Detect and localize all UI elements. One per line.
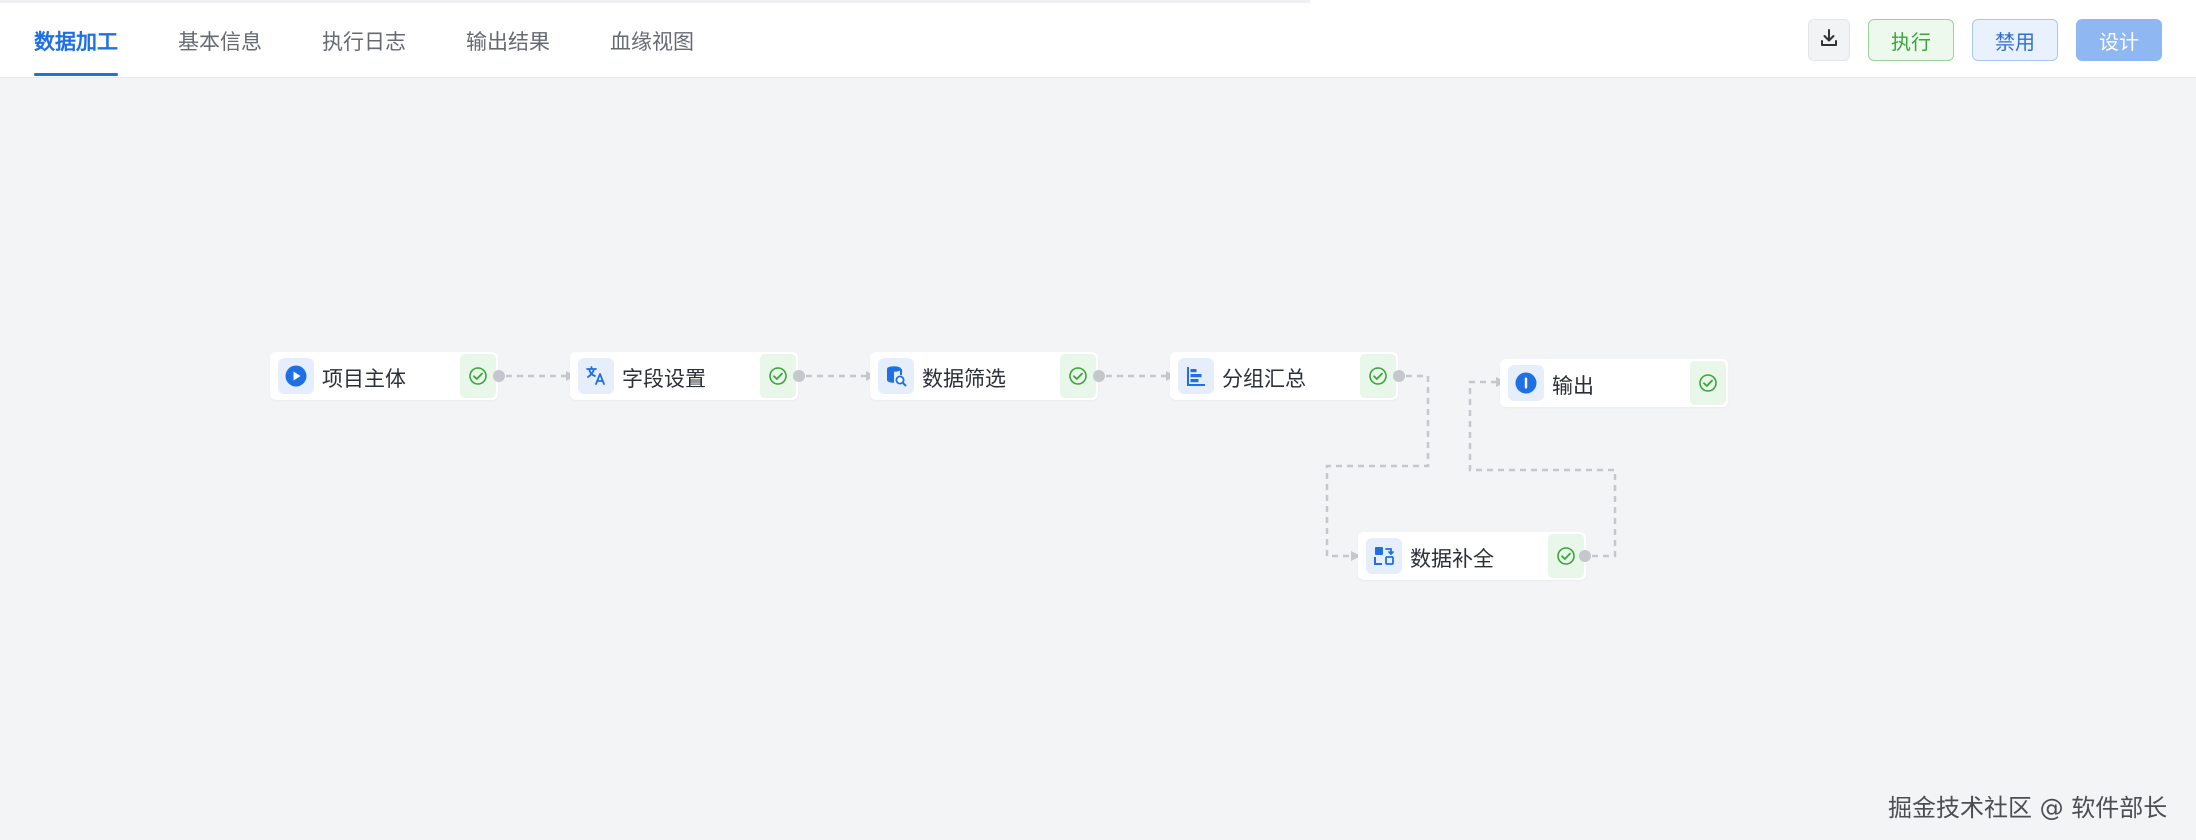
output-port[interactable] xyxy=(493,370,505,382)
run-button[interactable]: 执行 xyxy=(1868,19,1954,61)
node-label: 字段设置 xyxy=(622,367,706,391)
flow-canvas[interactable]: 项目主体 字段设置 数据筛选 分组汇总 数据补全 输出 xyxy=(0,78,2196,840)
tab-basic-info[interactable]: 基本信息 xyxy=(178,26,262,56)
tab-output-results[interactable]: 输出结果 xyxy=(466,26,550,56)
group-bars-icon xyxy=(1178,358,1214,394)
data-complete-icon xyxy=(1366,538,1402,574)
watermark: 掘金技术社区 @ 软件部长 xyxy=(1888,794,2168,822)
info-icon xyxy=(1508,365,1544,401)
node-label: 分组汇总 xyxy=(1222,367,1306,391)
success-check-icon xyxy=(1690,361,1726,405)
top-bar: 数据加工 基本信息 执行日志 输出结果 血缘视图 执行 禁用 设计 xyxy=(0,0,2196,78)
database-search-icon xyxy=(878,358,914,394)
node-fields[interactable]: 字段设置 xyxy=(570,352,798,400)
node-filter[interactable]: 数据筛选 xyxy=(870,352,1098,400)
output-port[interactable] xyxy=(1579,550,1591,562)
output-port[interactable] xyxy=(1393,370,1405,382)
design-button[interactable]: 设计 xyxy=(2076,19,2162,61)
edge-complete-output xyxy=(1468,377,1617,558)
tab-lineage-view[interactable]: 血缘视图 xyxy=(610,26,694,56)
download-button[interactable] xyxy=(1808,19,1850,61)
node-label: 数据补全 xyxy=(1410,547,1494,571)
tab-data-processing[interactable]: 数据加工 xyxy=(34,26,118,56)
active-tab-indicator xyxy=(34,73,118,76)
output-port[interactable] xyxy=(1093,370,1105,382)
node-label: 数据筛选 xyxy=(922,367,1006,391)
tab-execution-log[interactable]: 执行日志 xyxy=(322,26,406,56)
translate-icon xyxy=(578,358,614,394)
node-label: 项目主体 xyxy=(322,367,406,391)
flow-edges xyxy=(506,371,1617,561)
output-port[interactable] xyxy=(793,370,805,382)
success-check-icon xyxy=(460,354,496,398)
download-icon xyxy=(1818,27,1840,54)
play-icon xyxy=(278,358,314,394)
node-complete[interactable]: 数据补全 xyxy=(1358,532,1586,580)
node-output[interactable]: 输出 xyxy=(1500,359,1728,407)
success-check-icon xyxy=(1060,354,1096,398)
node-group[interactable]: 分组汇总 xyxy=(1170,352,1398,400)
node-project[interactable]: 项目主体 xyxy=(270,352,498,400)
success-check-icon xyxy=(1360,354,1396,398)
disable-button[interactable]: 禁用 xyxy=(1972,19,2058,61)
node-label: 输出 xyxy=(1552,374,1594,398)
success-check-icon xyxy=(760,354,796,398)
edge-group-complete xyxy=(1325,374,1430,561)
top-divider xyxy=(0,0,1310,3)
